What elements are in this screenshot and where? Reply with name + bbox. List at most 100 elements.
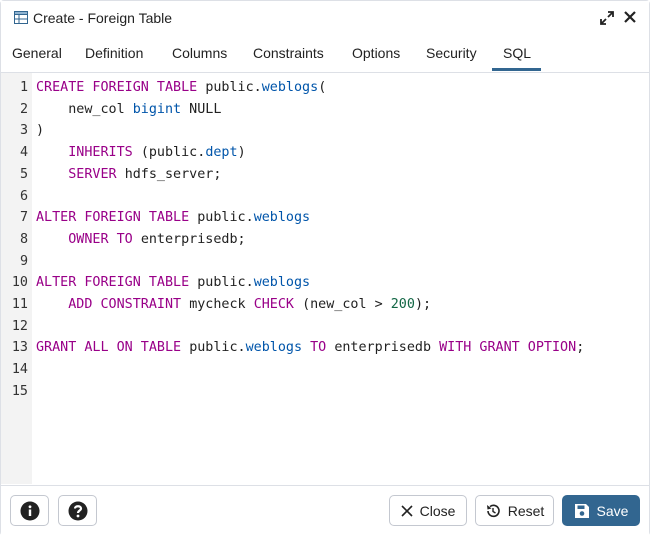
code-token-op: public. — [189, 340, 246, 356]
code-token-op: ) — [36, 123, 45, 139]
code-token-kw: INHERITS — [36, 145, 141, 161]
code-token-id: weblogs — [245, 340, 303, 356]
code-token-op: enterprisedb; — [140, 231, 246, 247]
tab-definition[interactable]: Definition — [85, 45, 143, 61]
code-token-op: ( — [318, 80, 327, 95]
code-token-op: (public. — [140, 145, 206, 161]
tab-sql[interactable]: SQL — [503, 45, 531, 61]
dialog-title: Create - Foreign Table — [33, 10, 173, 26]
close-button[interactable]: Close — [389, 495, 467, 526]
line-number: 13 — [11, 340, 28, 356]
line-number: 2 — [19, 101, 28, 117]
save-label: Save — [596, 502, 629, 519]
reset-icon — [486, 504, 500, 517]
code-token-kw: TO — [302, 340, 335, 356]
code-token-kw: WITH GRANT OPTION — [439, 340, 577, 356]
code-line[interactable]: 7 ALTER FOREIGN TABLE public.weblogs — [1, 207, 649, 229]
code-text: SERVER hdfs_server; — [36, 164, 221, 186]
tab-columns[interactable]: Columns — [172, 45, 227, 61]
code-line[interactable]: 4 INHERITS (public.dept) — [1, 142, 649, 164]
save-icon — [574, 503, 589, 518]
tab-bar: General Definition Columns Constraints O… — [1, 37, 649, 73]
code-token-kw: SERVER — [36, 166, 125, 182]
tab-security[interactable]: Security — [426, 45, 477, 61]
code-text: ALTER FOREIGN TABLE public.weblogs — [36, 207, 310, 229]
line-number: 3 — [19, 123, 28, 139]
line-number: 11 — [11, 297, 28, 312]
close-icon — [401, 504, 413, 517]
code-line[interactable]: 6 — [1, 186, 649, 208]
line-number: 6 — [19, 188, 28, 204]
line-number: 15 — [11, 383, 28, 399]
reset-button[interactable]: Reset — [475, 495, 554, 526]
dialog-footer: Close Reset Save — [1, 485, 649, 536]
code-token-op: public. — [197, 275, 254, 291]
code-line[interactable]: 15 — [1, 381, 649, 403]
line-number: 9 — [19, 253, 28, 269]
save-button[interactable]: Save — [562, 495, 640, 526]
line-number: 14 — [11, 362, 28, 378]
code-token-op: ) — [237, 145, 246, 161]
code-token-kw: ADD CONSTRAINT — [36, 297, 190, 312]
code-token-op: hdfs_server; — [124, 166, 222, 182]
code-line[interactable]: 10 ALTER FOREIGN TABLE public.weblogs — [1, 272, 649, 294]
code-token-op: public. — [205, 80, 262, 95]
code-text: GRANT ALL ON TABLE public.weblogs TO ent… — [36, 337, 584, 359]
code-text: new_col bigint NULL — [36, 99, 221, 121]
tab-general[interactable]: General — [12, 45, 62, 61]
code-token-op: ; — [576, 340, 585, 356]
code-token-id: bigint — [132, 101, 182, 117]
code-line[interactable]: 1 CREATE FOREIGN TABLE public.weblogs( — [1, 77, 649, 99]
code-token-id: weblogs — [253, 275, 311, 291]
code-line[interactable]: 3) — [1, 120, 649, 142]
code-token-op: new_col — [36, 101, 133, 117]
info-button[interactable] — [10, 495, 49, 526]
code-line[interactable]: 11 ADD CONSTRAINT mycheck CHECK (new_col… — [1, 294, 649, 316]
code-token-op: (new_col > — [302, 297, 391, 312]
code-text: CREATE FOREIGN TABLE public.weblogs( — [36, 77, 326, 99]
code-text: INHERITS (public.dept) — [36, 142, 246, 164]
dialog-titlebar[interactable]: Create - Foreign Table — [1, 1, 649, 36]
code-text: ) — [36, 120, 44, 142]
code-token-op: enterprisedb — [334, 340, 440, 356]
tab-options[interactable]: Options — [352, 45, 400, 61]
close-icon[interactable] — [623, 10, 637, 24]
code-line[interactable]: 8 OWNER TO enterprisedb; — [1, 229, 649, 251]
line-number: 4 — [19, 145, 28, 161]
line-number: 8 — [19, 231, 28, 247]
code-text: OWNER TO enterprisedb; — [36, 229, 246, 251]
code-token-kw: GRANT ALL ON TABLE — [36, 340, 190, 356]
code-token-op: NULL — [181, 101, 222, 117]
code-token-op: mycheck — [189, 297, 254, 312]
code-token-kw: CHECK — [253, 297, 303, 312]
active-tab-indicator — [492, 68, 541, 71]
code-token-num: 200 — [390, 297, 415, 312]
code-token-id: weblogs — [261, 80, 319, 95]
code-token-op: public. — [197, 210, 254, 226]
code-text: ADD CONSTRAINT mycheck CHECK (new_col > … — [36, 294, 431, 316]
code-line[interactable]: 12 — [1, 316, 649, 338]
info-icon — [20, 501, 39, 520]
maximize-icon[interactable] — [600, 11, 614, 25]
line-number: 1 — [19, 80, 28, 95]
code-token-kw: OWNER TO — [36, 231, 141, 247]
tab-constraints[interactable]: Constraints — [253, 45, 324, 61]
code-line[interactable]: 14 — [1, 359, 649, 381]
code-token-id: dept — [205, 145, 238, 161]
code-line[interactable]: 13 GRANT ALL ON TABLE public.weblogs TO e… — [1, 337, 649, 359]
line-number: 7 — [19, 210, 28, 226]
code-text: ALTER FOREIGN TABLE public.weblogs — [36, 272, 310, 294]
line-number: 10 — [11, 275, 28, 291]
code-token-op: ); — [414, 297, 432, 312]
code-line[interactable]: 2 new_col bigint NULL — [1, 99, 649, 121]
reset-label: Reset — [507, 502, 545, 519]
help-button[interactable] — [58, 495, 97, 526]
close-label: Close — [419, 502, 456, 519]
create-foreign-table-dialog: Create - Foreign Table General Definitio… — [0, 0, 650, 536]
code-line[interactable]: 9 — [1, 251, 649, 273]
code-line[interactable]: 5 SERVER hdfs_server; — [1, 164, 649, 186]
code-token-id: weblogs — [253, 210, 311, 226]
sql-editor[interactable]: 1 CREATE FOREIGN TABLE public.weblogs(2 n… — [1, 73, 649, 484]
code-token-kw: ALTER FOREIGN TABLE — [36, 275, 198, 291]
foreign-table-icon — [14, 11, 28, 24]
